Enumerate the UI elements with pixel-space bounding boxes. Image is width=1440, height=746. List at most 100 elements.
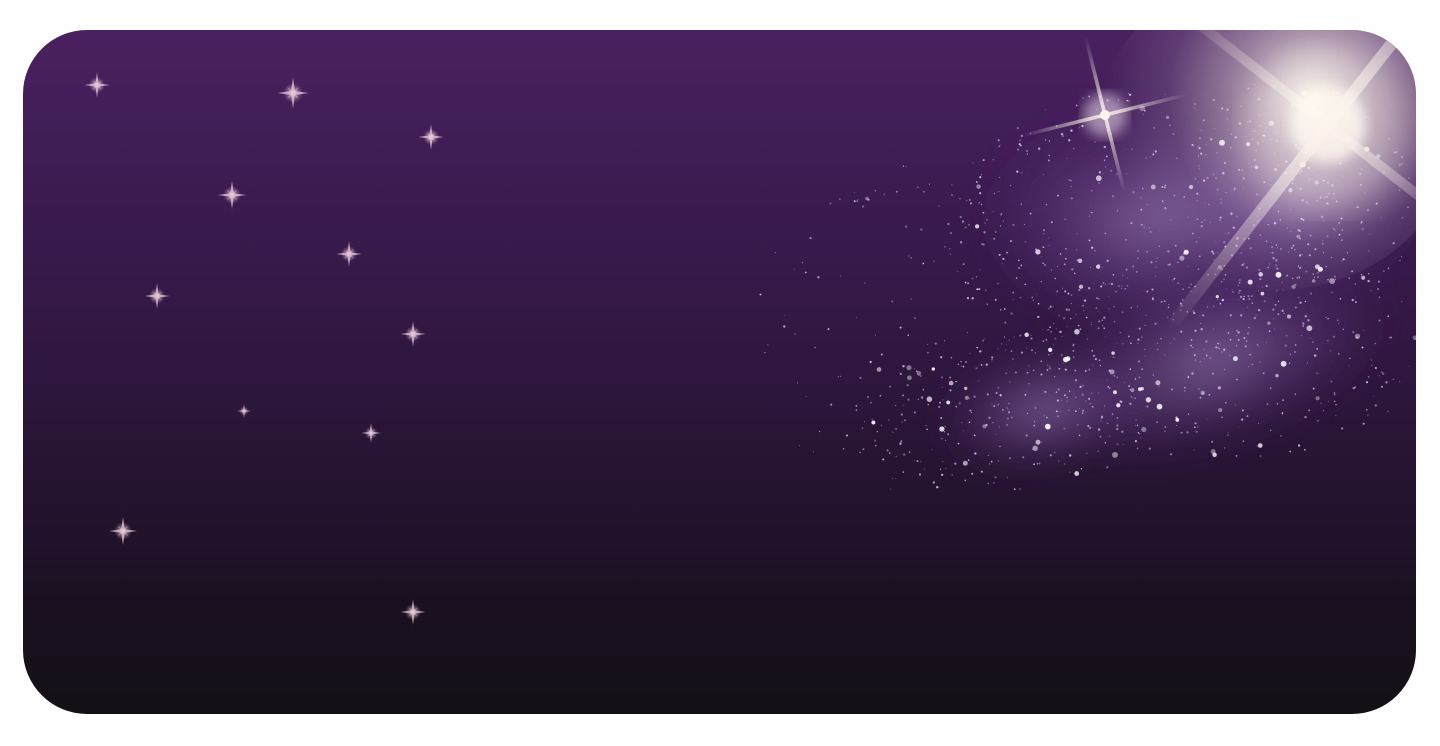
dust-particle xyxy=(1115,428,1118,431)
dust-particle xyxy=(1044,108,1046,110)
dust-particle xyxy=(1019,296,1022,299)
sparkle-star xyxy=(336,241,362,267)
dust-particle xyxy=(1298,275,1300,278)
dust-particle xyxy=(957,271,959,273)
dust-particle xyxy=(1238,122,1242,125)
dust-particle xyxy=(981,243,983,245)
dust-particle xyxy=(1299,301,1302,304)
dust-particle xyxy=(1382,270,1385,272)
dust-particle xyxy=(1048,367,1052,370)
dust-particle xyxy=(1248,297,1251,301)
dust-particle xyxy=(1356,336,1359,339)
dust-particle xyxy=(992,211,994,213)
dust-particle xyxy=(1367,273,1370,275)
dust-particle xyxy=(1144,348,1146,351)
dust-particle xyxy=(1256,193,1258,195)
dust-particle xyxy=(1089,427,1092,429)
dust-particle xyxy=(1305,270,1308,273)
dust-particle xyxy=(1348,277,1350,279)
dust-particle xyxy=(1280,360,1287,367)
dust-particle xyxy=(1088,215,1091,217)
dust-particle xyxy=(1237,331,1240,334)
dust-particle xyxy=(1015,277,1018,279)
dust-particle xyxy=(1195,430,1198,433)
dust-particle xyxy=(1281,282,1283,283)
dust-particle xyxy=(1179,255,1185,261)
dust-particle xyxy=(1311,341,1314,343)
dust-particle xyxy=(1398,163,1401,166)
dust-particle xyxy=(1240,252,1243,254)
dust-particle xyxy=(1198,155,1200,157)
dust-particle xyxy=(1044,390,1047,393)
dust-particle xyxy=(1036,462,1039,465)
dust-particle xyxy=(1183,249,1189,255)
dust-particle xyxy=(1008,402,1010,405)
dust-particle xyxy=(1074,379,1078,382)
dust-particle xyxy=(1227,129,1229,131)
dust-particle xyxy=(1243,337,1246,340)
dust-particle xyxy=(1042,262,1044,265)
dust-particle xyxy=(1063,317,1066,320)
dust-particle xyxy=(830,403,833,406)
dust-particle xyxy=(975,367,978,370)
dust-particle xyxy=(1362,422,1365,425)
sparkle-star xyxy=(144,283,170,309)
dust-particle xyxy=(1356,206,1359,209)
dust-particle xyxy=(1031,349,1033,351)
dust-particle xyxy=(1100,420,1102,422)
dust-particle xyxy=(1108,295,1110,297)
dust-particle xyxy=(1326,235,1329,238)
dust-particle xyxy=(1065,308,1068,311)
dust-particle xyxy=(1270,242,1272,244)
dust-particle xyxy=(1023,223,1025,226)
dust-particle xyxy=(944,340,946,342)
dust-particle xyxy=(1279,218,1282,221)
dust-particle xyxy=(1223,348,1226,351)
dust-particle xyxy=(1131,398,1133,400)
dust-particle xyxy=(1082,412,1084,414)
dust-particle xyxy=(993,192,996,195)
dust-particle xyxy=(1071,268,1074,271)
dust-particle xyxy=(1183,196,1185,198)
dust-particle xyxy=(902,365,905,368)
dust-particle xyxy=(960,360,962,363)
dust-particle xyxy=(966,296,970,300)
dust-particle xyxy=(1277,259,1279,261)
dust-particle xyxy=(1057,460,1060,462)
dust-particle xyxy=(1402,217,1404,219)
dust-particle xyxy=(1048,140,1051,142)
dust-particle xyxy=(1309,292,1313,295)
dust-particle xyxy=(991,403,993,405)
dust-particle xyxy=(1065,247,1067,250)
dust-particle xyxy=(1213,328,1215,330)
dust-particle xyxy=(1069,454,1072,457)
dust-particle xyxy=(985,218,988,221)
dust-particle xyxy=(1216,152,1218,154)
dust-particle xyxy=(984,222,986,224)
dust-particle xyxy=(856,316,858,318)
dust-particle xyxy=(1230,147,1232,149)
dust-particle xyxy=(1060,132,1064,136)
dust-particle xyxy=(1202,314,1205,317)
dust-particle xyxy=(1063,427,1066,430)
dust-particle xyxy=(1078,127,1080,129)
dust-particle xyxy=(1097,327,1100,330)
dust-particle xyxy=(975,276,978,278)
dust-particle xyxy=(1126,173,1128,175)
dust-particle xyxy=(1149,230,1152,233)
dust-particle xyxy=(1370,359,1373,361)
dust-particle xyxy=(1330,380,1333,383)
dust-particle xyxy=(900,440,903,443)
dust-particle xyxy=(907,334,909,337)
dust-particle xyxy=(939,426,945,432)
dust-particle xyxy=(992,422,994,424)
dust-particle xyxy=(1377,280,1381,283)
dust-particle xyxy=(1086,452,1088,455)
dust-particle xyxy=(1294,249,1296,251)
dust-particle xyxy=(1172,133,1175,136)
dust-particle xyxy=(1140,208,1143,211)
dust-particle xyxy=(945,467,947,469)
dust-particle xyxy=(1219,216,1222,219)
dust-particle xyxy=(856,200,859,202)
dust-particle xyxy=(1052,306,1054,308)
